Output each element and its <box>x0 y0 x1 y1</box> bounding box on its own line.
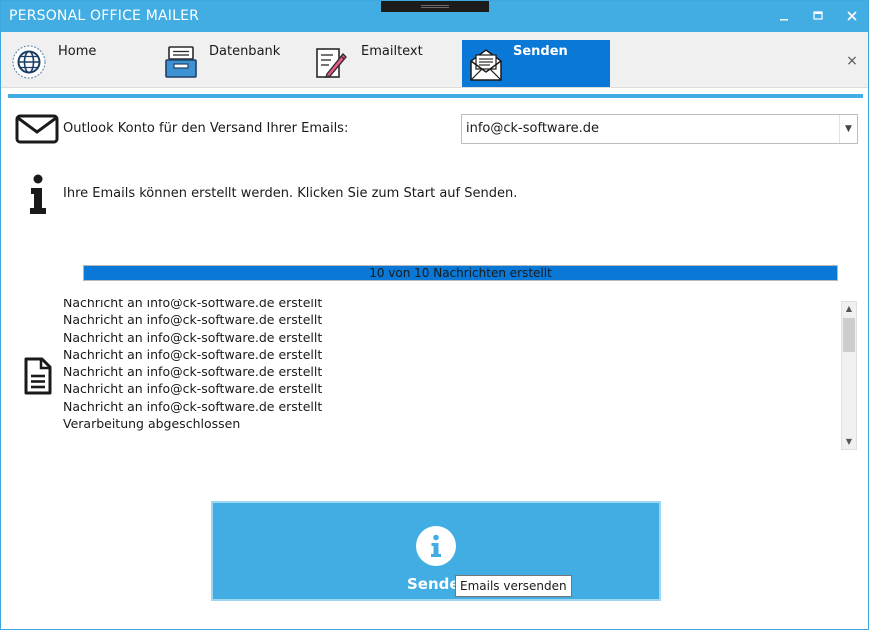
database-tray-icon <box>165 46 197 78</box>
progress-text: 10 von 10 Nachrichten erstellt <box>369 266 552 280</box>
tab-emailtext-label: Emailtext <box>361 44 423 59</box>
progress-bar: 10 von 10 Nachrichten erstellt <box>83 265 838 281</box>
status-message: Ihre Emails können erstellt werden. Klic… <box>63 186 518 201</box>
log-scrollbar[interactable]: ▲ ▼ <box>841 301 857 450</box>
log-lines: Nachricht an info@ck-software.de erstell… <box>63 299 322 432</box>
account-select[interactable]: info@ck-software.de ▼ <box>461 114 858 144</box>
maximize-icon <box>813 11 823 20</box>
list-item: Nachricht an info@ck-software.de erstell… <box>63 312 323 328</box>
edit-document-icon <box>316 48 347 78</box>
info-icon <box>30 174 46 214</box>
app-window: PERSONAL OFFICE MAILER Home Datenbank Em… <box>0 0 869 630</box>
send-button[interactable]: Sende <box>211 501 661 601</box>
scroll-thumb[interactable] <box>843 318 855 352</box>
list-item: Nachricht an info@ck-software.de erstell… <box>63 364 323 380</box>
log-list[interactable]: Nachricht an info@ck-software.de erstell… <box>63 299 838 449</box>
close-icon <box>847 11 857 21</box>
list-item: Verarbeitung abgeschlossen <box>63 416 241 432</box>
tab-senden-label: Senden <box>513 44 568 59</box>
ribbon: Home Datenbank Emailtext Senden × <box>1 32 868 88</box>
list-item: Nachricht an info@ck-software.de erstell… <box>63 299 323 310</box>
title-drag-handle[interactable] <box>381 1 489 12</box>
tab-home-label: Home <box>58 44 97 59</box>
tab-home[interactable]: Home <box>11 40 151 86</box>
scroll-up-button[interactable]: ▲ <box>842 302 856 316</box>
grip-icon <box>421 5 449 8</box>
document-icon <box>24 357 52 395</box>
tab-senden[interactable]: Senden <box>462 40 610 87</box>
list-item: Nachricht an info@ck-software.de erstell… <box>63 346 323 362</box>
app-title: PERSONAL OFFICE MAILER <box>9 8 200 24</box>
ribbon-divider <box>1 87 868 88</box>
list-item: Nachricht an info@ck-software.de erstell… <box>63 381 323 397</box>
mail-icon <box>15 114 59 144</box>
tab-datenbank[interactable]: Datenbank <box>163 40 303 86</box>
send-button-label: Sende <box>407 575 460 593</box>
tab-emailtext[interactable]: Emailtext <box>313 40 453 86</box>
maximize-button[interactable] <box>807 5 829 27</box>
list-item: Nachricht an info@ck-software.de erstell… <box>63 329 323 345</box>
account-selected-value: info@ck-software.de <box>466 121 599 136</box>
title-bar[interactable]: PERSONAL OFFICE MAILER <box>1 1 868 32</box>
globe-icon <box>12 45 46 79</box>
accent-bar <box>8 94 863 98</box>
list-item: Nachricht an info@ck-software.de erstell… <box>63 398 323 414</box>
minimize-icon <box>780 19 788 21</box>
minimize-button[interactable] <box>773 5 795 27</box>
account-label: Outlook Konto für den Versand Ihrer Emai… <box>63 121 349 136</box>
close-window-button[interactable] <box>841 5 863 27</box>
info-circle-icon <box>416 526 456 566</box>
scroll-down-button[interactable]: ▼ <box>842 435 856 449</box>
ribbon-close-button[interactable]: × <box>844 53 860 69</box>
tooltip: Emails versenden <box>455 575 572 597</box>
chevron-down-icon[interactable]: ▼ <box>839 115 857 143</box>
open-envelope-icon <box>470 49 502 81</box>
tab-datenbank-label: Datenbank <box>209 44 281 59</box>
